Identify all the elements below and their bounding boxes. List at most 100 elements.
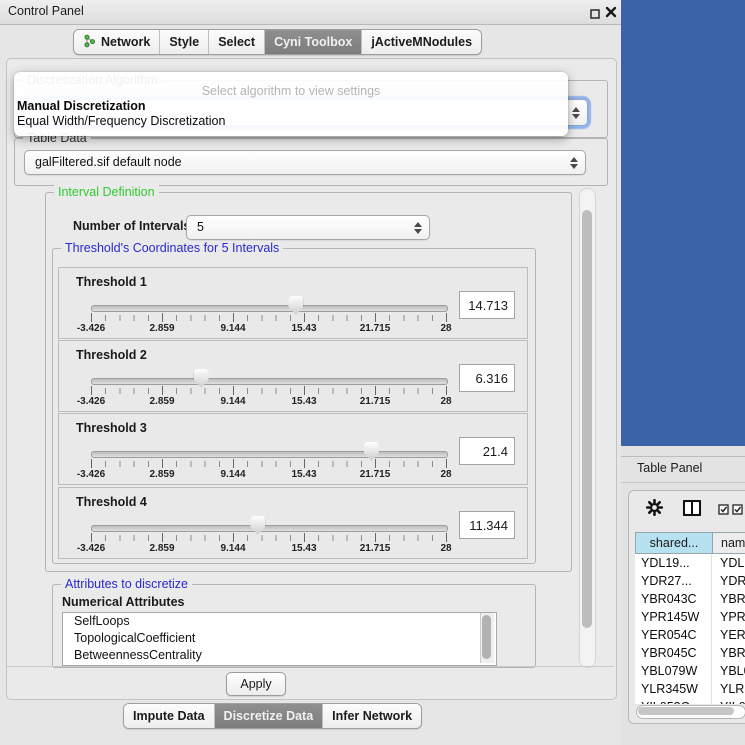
slider-major-tick [91,533,92,542]
algorithm-option-equal-width-frequency-discretization[interactable]: Equal Width/Frequency Discretization [14,114,568,129]
threshold-coordinates-title: Threshold's Coordinates for 5 Intervals [61,241,283,255]
tab-cyni-toolbox[interactable]: Cyni Toolbox [264,30,361,54]
slider-major-tick [91,386,92,395]
table-cell: YBR045C [635,644,712,662]
tick-label: 2.859 [149,469,174,480]
tab-label: Cyni Toolbox [274,35,352,49]
slider-minor-ticks [91,315,447,321]
threshold-slider-thumb[interactable] [364,442,379,461]
slider-major-tick [162,313,163,322]
table-horizontal-scrollbar-thumb[interactable] [638,707,734,715]
threshold-slider-thumb[interactable] [250,516,265,535]
table-cell: YPR145W [635,608,712,626]
threshold-slider-track[interactable] [91,451,448,458]
attributes-list-scrollbar-thumb[interactable] [482,615,491,659]
control-panel-tabs: Network Style Select Cyni Toolbox jActiveMNo… [73,29,482,55]
threshold-slider-track[interactable] [91,378,448,385]
table-row[interactable]: YIL052CYIL0 [635,698,745,704]
table-row[interactable]: YBL079WYBL0 [635,662,745,680]
table-cell: YER054C [635,626,712,644]
table-row[interactable]: YBR043CYBR0 [635,590,745,608]
slider-major-tick [304,533,305,542]
threshold-slider-thumb[interactable] [194,369,209,388]
tab-discretize-data[interactable]: Discretize Data [214,704,323,728]
threshold-value-field[interactable]: 14.713 [459,291,515,319]
tab-label: Style [169,35,199,49]
tick-label: 21.715 [360,543,391,554]
checked-box-icon-b[interactable] [732,503,743,518]
threshold-panel-4: Threshold 4-3.4262.8599.14415.4321.71528… [58,487,528,559]
attribute-item-selfloops[interactable]: SelfLoops [63,613,496,630]
table-cell: YIL0 [712,698,745,704]
numerical-attributes-list[interactable]: SelfLoopsTopologicalCoefficientBetweenne… [62,612,497,666]
tab-select[interactable]: Select [208,30,264,54]
table-row[interactable]: YBR045CYBR0 [635,644,745,662]
apply-button[interactable]: Apply [226,672,286,696]
columns-icon[interactable] [683,500,701,519]
control-panel-titlebar: Control Panel [0,0,621,25]
threshold-value-field[interactable]: 11.344 [459,511,515,539]
float-window-icon[interactable] [590,7,600,17]
threshold-slider-thumb[interactable] [288,296,303,315]
tab-label: Impute Data [133,709,205,723]
attribute-item-topologicalcoefficient[interactable]: TopologicalCoefficient [63,630,496,647]
slider-major-tick [304,459,305,468]
table-cell: YBR043C [635,590,712,608]
tick-label: 15.43 [291,543,316,554]
slider-major-tick [375,313,376,322]
number-of-intervals-combobox[interactable]: 5 [186,215,430,240]
tick-label: 15.43 [291,323,316,334]
table-row[interactable]: YDR27...YDR2 [635,572,745,590]
threshold-value-field[interactable]: 21.4 [459,437,515,465]
table-row[interactable]: YLR345WYLR3 [635,680,745,698]
panel-vertical-scrollbar-thumb[interactable] [582,210,592,628]
table-row[interactable]: YER054CYER0 [635,626,745,644]
number-of-intervals-label: Number of Intervals [73,219,190,233]
slider-minor-ticks [91,461,447,467]
table-row[interactable]: YDL19...YDL1 [635,554,745,572]
slider-major-tick [446,459,447,468]
gear-icon[interactable] [646,499,663,519]
threshold-label: Threshold 4 [76,495,147,509]
tab-style[interactable]: Style [159,30,208,54]
table-data-combobox[interactable]: galFiltered.sif default node [24,150,586,175]
slider-major-tick [162,459,163,468]
tab-label: Discretize Data [224,709,314,723]
tab-jactivemnodules[interactable]: jActiveMNodules [361,30,481,54]
threshold-label: Threshold 3 [76,421,147,435]
close-icon[interactable] [605,6,617,18]
slider-major-tick [233,313,234,322]
tab-infer-network[interactable]: Infer Network [322,704,421,728]
slider-major-tick [91,459,92,468]
table-cell: YLR345W [635,680,712,698]
threshold-value-field[interactable]: 6.316 [459,364,515,392]
tick-label: 28 [440,543,451,554]
cyni-bottom-tabs: Impute Data Discretize Data Infer Network [123,703,422,729]
slider-major-tick [375,386,376,395]
table-row[interactable]: YPR145WYPR1 [635,608,745,626]
divider [7,666,614,667]
tick-label: 21.715 [360,396,391,407]
checked-box-icon-a[interactable] [718,503,729,518]
slider-major-tick [233,459,234,468]
tick-label: 21.715 [360,323,391,334]
threshold-slider-track[interactable] [91,525,448,532]
tick-label: -3.426 [77,396,105,407]
algorithm-popup-options: Manual DiscretizationEqual Width/Frequen… [14,99,568,129]
table-cell: YER0 [712,626,745,644]
column-header-shared[interactable]: shared... [635,532,712,554]
table-cell: YBR0 [712,644,745,662]
table-cell: YBR0 [712,590,745,608]
attribute-item-betweennesscentrality[interactable]: BetweennessCentrality [63,647,496,664]
node-table[interactable]: shared...nameYDL19...YDL1YDR27...YDR2YBR… [635,532,745,704]
algorithm-option-manual-discretization[interactable]: Manual Discretization [14,99,568,114]
algorithm-dropdown-popup: Select algorithm to view settings Manual… [14,72,568,136]
tick-label: 2.859 [149,396,174,407]
slider-minor-ticks [91,535,447,541]
tab-impute-data[interactable]: Impute Data [124,704,214,728]
table-cell: YBL079W [635,662,712,680]
tab-network[interactable]: Network [74,30,159,54]
threshold-slider-track[interactable] [91,305,448,312]
tick-label: 9.144 [220,469,245,480]
column-header-name[interactable]: name [712,532,745,554]
